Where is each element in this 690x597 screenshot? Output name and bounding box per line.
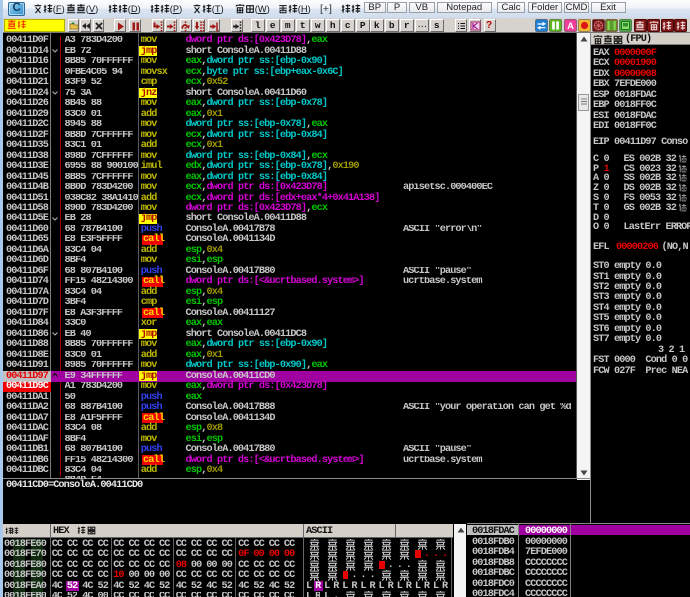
svg-text:A: A (567, 21, 574, 32)
